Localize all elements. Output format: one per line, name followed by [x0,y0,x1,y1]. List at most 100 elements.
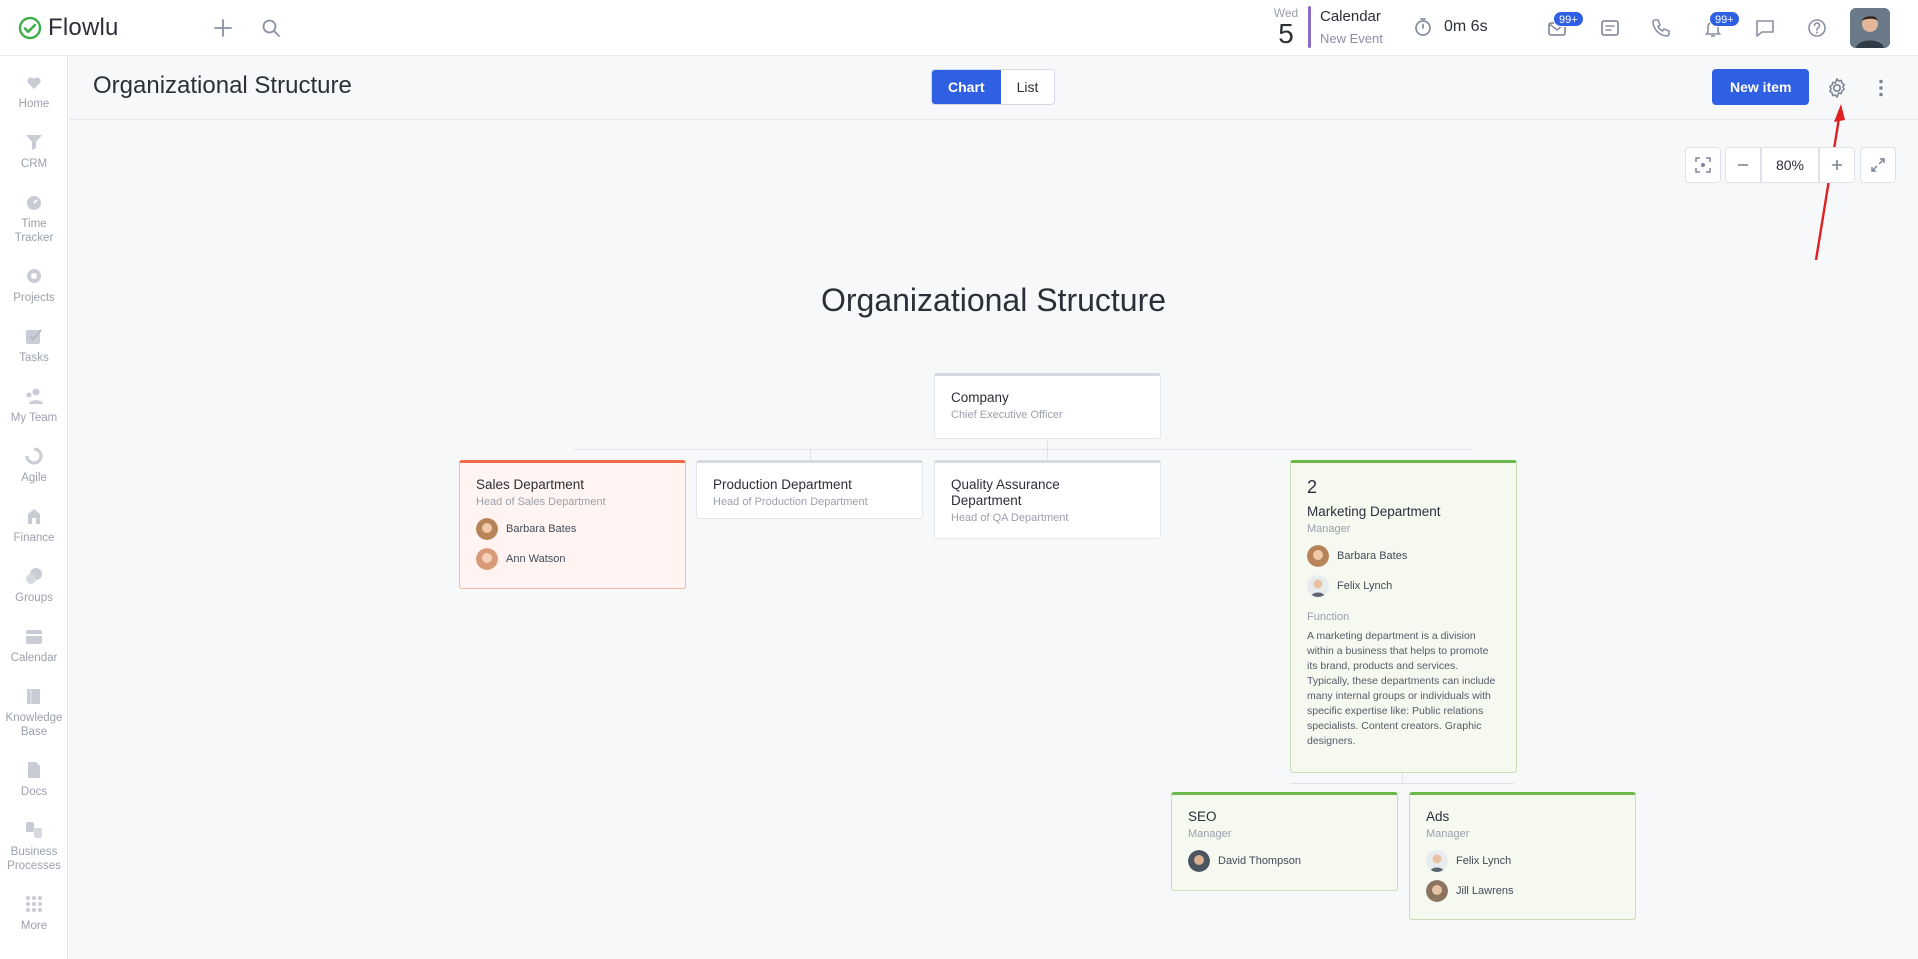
stopwatch-icon [1415,18,1431,36]
chat-icon[interactable] [1754,17,1776,39]
finance-icon [28,509,40,524]
plus-icon[interactable] [212,17,234,39]
sidebar-item-home[interactable]: Home [0,71,68,111]
notifications-badge: 99+ [1709,11,1740,27]
node-count: 2 [1307,477,1318,497]
timer-value: 0m 6s [1444,18,1488,35]
org-node-company[interactable]: Company Chief Executive Officer [934,373,1161,439]
business-processes-icon [26,822,42,838]
zoom-controls [1685,147,1721,183]
minus-icon [1738,164,1748,166]
notes-icon[interactable] [1599,17,1621,39]
avatar [476,518,498,540]
page-header: Organizational Structure Chart List New … [69,56,1918,120]
calendar-widget[interactable]: Calendar New Event [1320,8,1383,46]
member-row[interactable]: Jill Lawrens [1426,880,1619,902]
tasks-icon [26,329,42,344]
zoom-level: 80% [1761,147,1819,183]
focus-icon [1695,157,1711,173]
plus-icon [1832,160,1842,170]
tab-chart[interactable]: Chart [932,70,1001,104]
tab-list[interactable]: List [1001,70,1055,104]
calendar-title: Calendar [1320,8,1381,25]
groups-icon [26,568,42,584]
zoom-stepper: 80% [1725,147,1855,183]
top-bar: Flowlu Wed 5 Calendar New Event 0m 6s 99… [0,0,1918,56]
app-name: Flowlu [48,14,119,41]
app-logo[interactable]: Flowlu [18,14,119,42]
date-separator [1308,6,1311,48]
member-row[interactable]: Barbara Bates [1307,545,1500,567]
sidebar-item-time-tracker[interactable]: Time Tracker [0,191,68,245]
zoom-in-button[interactable] [1819,147,1855,183]
new-item-button[interactable]: New item [1712,69,1810,105]
avatar [1188,850,1210,872]
function-label: Function [1307,611,1350,623]
docs-icon [28,762,40,778]
more-grid-icon [26,896,42,912]
mail-badge: 99+ [1553,11,1584,27]
calendar-icon [26,630,42,644]
home-icon [27,77,41,89]
member-row[interactable]: Felix Lynch [1426,850,1619,872]
user-avatar[interactable] [1850,8,1890,48]
phone-icon[interactable] [1650,17,1672,39]
function-description: A marketing department is a division wit… [1307,630,1496,747]
sidebar-item-crm[interactable]: CRM [0,131,68,171]
sidebar-item-finance[interactable]: Finance [0,505,68,545]
sidebar-item-my-team[interactable]: My Team [0,385,68,425]
connector [574,449,1472,450]
main-content: Organizational Structure Chart List New … [69,56,1918,959]
search-icon[interactable] [260,17,282,39]
sidebar-item-groups[interactable]: Groups [0,565,68,605]
avatar [1307,575,1329,597]
date-day: 5 [1278,18,1294,49]
org-node-sales-department[interactable]: Sales Department Head of Sales Departmen… [459,460,686,589]
fit-to-screen-button[interactable] [1685,147,1721,183]
projects-icon [27,269,41,283]
chart-title: Organizational Structure [820,282,1167,318]
sidebar-item-calendar[interactable]: Calendar [0,625,68,665]
fullscreen-button[interactable] [1860,147,1896,183]
new-event-link[interactable]: New Event [1320,31,1383,46]
help-icon[interactable] [1806,17,1828,39]
member-row[interactable]: Ann Watson [476,548,669,570]
avatar [1307,545,1329,567]
org-node-qa-department[interactable]: Quality Assurance Department Head of QA … [934,460,1161,539]
page-title: Organizational Structure [93,72,352,99]
timer[interactable]: 0m 6s [1412,16,1488,38]
team-icon [26,388,43,404]
org-node-seo[interactable]: SEO Manager David Thompson [1171,792,1398,891]
sidebar-item-agile[interactable]: Agile [0,445,68,485]
avatar [476,548,498,570]
sidebar: Home CRM Time Tracker Projects Tasks My … [0,56,68,959]
zoom-out-button[interactable] [1725,147,1761,183]
avatar [1426,880,1448,902]
sidebar-item-more[interactable]: More [0,893,68,933]
connector [1290,783,1514,784]
expand-icon [1871,158,1885,172]
org-node-production-department[interactable]: Production Department Head of Production… [696,460,923,519]
member-row[interactable]: David Thompson [1188,850,1381,872]
org-node-marketing-department[interactable]: 2 Marketing Department Manager Barbara B… [1290,460,1517,773]
sidebar-item-knowledge-base[interactable]: Knowledge Base [0,685,68,739]
agile-icon [25,447,43,465]
sidebar-item-projects[interactable]: Projects [0,265,68,305]
knowledge-base-icon [27,689,40,704]
crm-icon [26,135,42,150]
sidebar-item-business-processes[interactable]: Business Processes [0,819,68,873]
time-tracker-icon [27,196,41,210]
member-row[interactable]: Barbara Bates [476,518,669,540]
connector [1402,773,1403,783]
sidebar-item-tasks[interactable]: Tasks [0,325,68,365]
date-widget[interactable]: Wed 5 [1268,6,1304,48]
fullscreen-control [1860,147,1896,183]
more-vertical-icon[interactable] [1869,76,1893,100]
view-switcher: Chart List [931,69,1056,105]
avatar [1426,850,1448,872]
user-avatar-image [1850,8,1890,48]
org-node-ads[interactable]: Ads Manager Felix Lynch Jill Lawrens [1409,792,1636,920]
member-row[interactable]: Felix Lynch [1307,575,1500,597]
flowlu-logo-icon [18,16,42,40]
sidebar-item-docs[interactable]: Docs [0,759,68,799]
